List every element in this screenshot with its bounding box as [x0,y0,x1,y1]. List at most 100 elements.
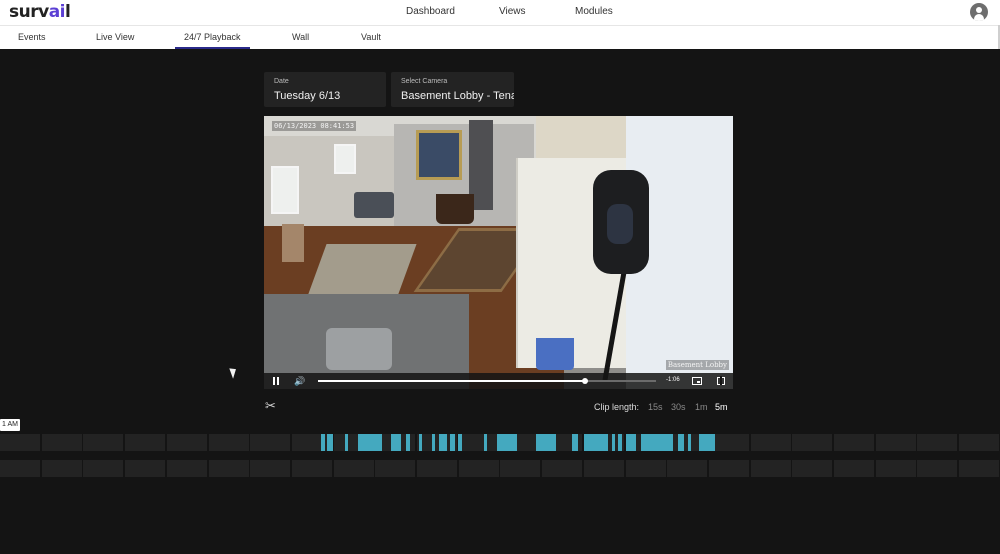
timeline-cell[interactable] [0,460,40,477]
timeline-event[interactable] [458,434,462,451]
timeline-row[interactable] [0,460,1000,477]
timeline-cell[interactable] [959,434,1000,451]
timeline-cell[interactable] [250,460,291,477]
timeline-event[interactable] [484,434,487,451]
timeline-event[interactable] [678,434,684,451]
timeline-cell[interactable] [0,434,40,451]
timeline-event[interactable] [536,434,556,451]
timeline-cell[interactable] [834,460,874,477]
clip-length-label: Clip length: [594,402,640,412]
tab-events[interactable]: Events [18,32,46,42]
seek-bar-played [318,380,586,382]
timeline-event[interactable] [327,434,333,451]
timeline-cell[interactable] [750,460,791,477]
timeline-cell[interactable] [83,460,124,477]
nav-dashboard[interactable]: Dashboard [406,6,455,17]
video-player[interactable]: 06/13/2023 08:41:53 Basement Lobby 🔊 -1:… [264,116,733,389]
timeline-cell[interactable] [458,434,499,451]
clip-option-15s[interactable]: 15s [648,402,663,412]
timeline-row[interactable] [0,434,1000,451]
timeline-cell[interactable] [875,460,916,477]
timeline-cell[interactable] [417,460,457,477]
timeline-cell[interactable] [542,460,583,477]
nav-modules[interactable]: Modules [575,6,613,17]
timeline-cell[interactable] [792,460,833,477]
timeline-cell[interactable] [291,434,332,451]
timeline-event[interactable] [321,434,325,451]
timeline-cell[interactable] [667,460,708,477]
date-value: Tuesday 6/13 [274,90,341,102]
timeline-event[interactable] [391,434,401,451]
timeline-cell[interactable] [750,434,791,451]
timeline-cell[interactable] [917,434,958,451]
timeline-event[interactable] [406,434,410,451]
timeline-event[interactable] [345,434,348,451]
timeline-cell[interactable] [208,434,249,451]
tab-playback[interactable]: 24/7 Playback [184,32,241,42]
seek-bar[interactable] [318,378,656,384]
timeline-hour-marker: 1 AM [0,419,20,431]
user-avatar-icon[interactable] [970,3,988,21]
camera-label: Select Camera [401,78,448,85]
timeline-event[interactable] [450,434,455,451]
timeline-cell[interactable] [291,460,332,477]
timeline-cell[interactable] [834,434,874,451]
timeline-cell[interactable] [166,434,207,451]
timeline-cell[interactable] [375,460,416,477]
timeline-event[interactable] [497,434,517,451]
camera-selector[interactable]: Select Camera Basement Lobby - Tenant [391,72,514,107]
nav-views[interactable]: Views [499,6,526,17]
date-selector[interactable]: Date Tuesday 6/13 [264,72,386,107]
timeline-cell[interactable] [500,460,541,477]
top-bar: survail Dashboard Views Modules [0,0,1000,25]
clip-option-1m[interactable]: 1m [695,402,708,412]
remaining-time: -1:06 [666,377,680,383]
timeline-cell[interactable] [333,460,374,477]
seek-handle[interactable] [582,378,589,384]
timeline-event[interactable] [572,434,578,451]
timeline-cell[interactable] [250,434,291,451]
video-camera-label: Basement Lobby [665,360,729,370]
timeline-event[interactable] [641,434,673,451]
video-controls: 🔊 -1:06 [264,373,733,389]
timeline-cell[interactable] [208,460,249,477]
pause-icon[interactable] [272,377,280,385]
picture-in-picture-icon[interactable] [692,377,702,385]
volume-icon[interactable]: 🔊 [294,376,305,386]
fullscreen-icon[interactable] [717,376,725,385]
timeline-event[interactable] [626,434,636,451]
timeline-cell[interactable] [125,434,166,451]
tab-vault[interactable]: Vault [361,32,381,42]
video-timestamp: 06/13/2023 08:41:53 [272,121,357,131]
timeline-cell[interactable] [166,460,207,477]
timeline-cell[interactable] [83,434,124,451]
timeline-cell[interactable] [917,460,958,477]
timeline-event[interactable] [439,434,447,451]
scissors-icon[interactable]: ✂ [265,399,276,412]
timeline-event[interactable] [618,434,622,451]
timeline-cell[interactable] [458,460,499,477]
timeline-cell[interactable] [875,434,916,451]
timeline-event[interactable] [584,434,608,451]
timeline-cell[interactable] [792,434,833,451]
timeline-cell[interactable] [583,460,624,477]
date-label: Date [274,78,289,85]
timeline-event[interactable] [358,434,382,451]
timeline-event[interactable] [432,434,435,451]
timeline-cell[interactable] [41,434,82,451]
timeline-event[interactable] [688,434,691,451]
timeline-cell[interactable] [708,460,749,477]
mouse-cursor-icon [229,366,239,379]
tab-live-view[interactable]: Live View [96,32,134,42]
timeline-event[interactable] [419,434,422,451]
app-logo[interactable]: survail [9,2,71,22]
clip-option-5m[interactable]: 5m [715,402,728,412]
timeline-cell[interactable] [959,460,1000,477]
timeline-cell[interactable] [125,460,166,477]
clip-option-30s[interactable]: 30s [671,402,686,412]
timeline-cell[interactable] [41,460,82,477]
tab-wall[interactable]: Wall [292,32,309,42]
timeline-event[interactable] [699,434,715,451]
timeline-cell[interactable] [625,460,666,477]
timeline-event[interactable] [612,434,615,451]
